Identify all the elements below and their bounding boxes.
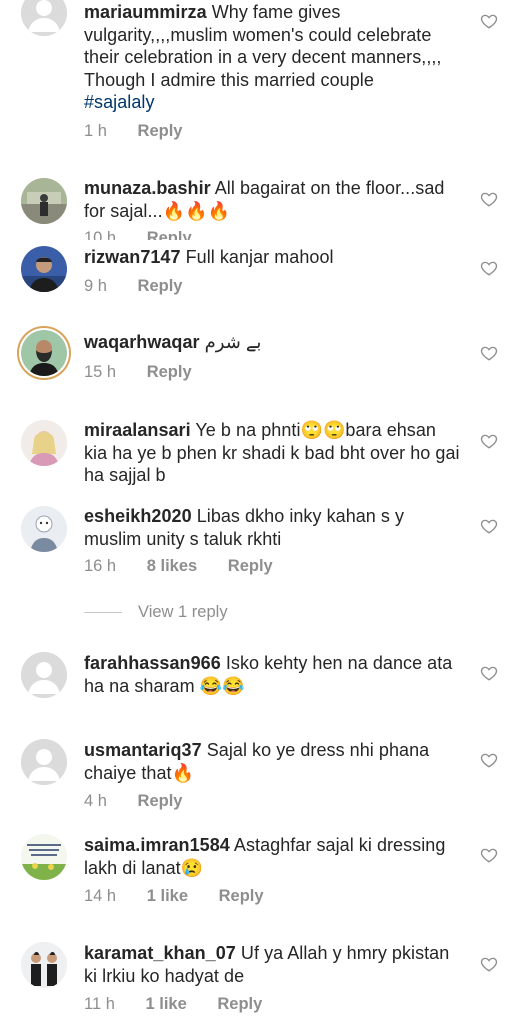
reply-button[interactable]: Reply [147, 229, 192, 240]
comment-body: بے شرم [204, 332, 262, 352]
comment-username[interactable]: munaza.bashir [84, 178, 211, 198]
avatar[interactable] [21, 178, 67, 224]
reply-button[interactable]: Reply [228, 557, 273, 575]
reply-button[interactable]: Reply [147, 363, 192, 381]
likes-count[interactable]: 1 like [147, 887, 188, 905]
comment-text: karamat_khan_07 Uf ya Allah y hmry pkist… [84, 942, 464, 987]
comment-body: Full kanjar mahool [185, 247, 334, 267]
comment-time: 10 h [84, 229, 117, 240]
comment-time: 15 h [84, 363, 117, 381]
comment-text: usmantariq37 Sajal ko ye dress nhi phana… [84, 739, 464, 784]
avatar[interactable] [17, 326, 71, 380]
comment-username[interactable]: karamat_khan_07 [84, 943, 236, 963]
comment-text: waqarhwaqar بے شرم [84, 331, 464, 354]
comment-meta: 4 h Reply [84, 792, 208, 811]
comment-meta: 11 h 1 like Reply [84, 995, 288, 1014]
default-avatar-icon[interactable] [21, 0, 67, 36]
view-replies-label: View 1 reply [138, 603, 228, 621]
comment-username[interactable]: miraalansari [84, 420, 191, 440]
comment-username[interactable]: esheikh2020 [84, 506, 192, 526]
comment-text: miraalansari Ye b na phnti🙄🙄bara ehsan k… [84, 419, 464, 487]
avatar[interactable] [21, 420, 67, 466]
reply-button[interactable]: Reply [138, 792, 183, 810]
comment-meta: 9 h Reply [84, 277, 208, 296]
default-avatar-icon[interactable] [21, 652, 67, 698]
comment-time: 16 h [84, 557, 117, 575]
likes-count[interactable]: 8 likes [147, 557, 197, 575]
comment-time: 1 h [84, 122, 107, 140]
comment-meta: 15 h Reply [84, 363, 218, 382]
heart-icon[interactable] [480, 344, 498, 362]
heart-icon[interactable] [480, 955, 498, 973]
heart-icon[interactable] [480, 517, 498, 535]
comment-time: 9 h [84, 277, 107, 295]
comment-hashtag[interactable]: #sajalaly [84, 92, 155, 112]
default-avatar-icon[interactable] [21, 739, 67, 785]
comment-text: munaza.bashir All bagairat on the floor.… [84, 177, 464, 237]
avatar[interactable] [21, 942, 67, 988]
comment-meta: 14 h 1 like Reply [84, 887, 290, 906]
heart-icon[interactable] [480, 664, 498, 682]
comment-username[interactable]: farahhassan966 [84, 653, 221, 673]
heart-icon[interactable] [480, 846, 498, 864]
heart-icon[interactable] [480, 12, 498, 30]
likes-count[interactable]: 1 like [145, 995, 186, 1013]
heart-icon[interactable] [480, 751, 498, 769]
comment-username[interactable]: waqarhwaqar [84, 332, 200, 352]
comment-time: 11 h [84, 995, 115, 1013]
reply-button[interactable]: Reply [138, 277, 183, 295]
comment-text: saima.imran1584 Astaghfar sajal ki dress… [84, 834, 464, 879]
comment-meta: 10 h Reply [84, 229, 218, 240]
comment-time: 14 h [84, 887, 117, 905]
comment-meta: 1 h Reply [84, 122, 208, 141]
avatar[interactable] [21, 506, 67, 552]
comment-time: 4 h [84, 792, 107, 810]
comment-text: rizwan7147 Full kanjar mahool [84, 246, 464, 269]
heart-icon[interactable] [480, 190, 498, 208]
reply-button[interactable]: Reply [217, 995, 262, 1013]
avatar[interactable] [21, 246, 67, 292]
avatar[interactable] [21, 834, 67, 880]
divider [84, 612, 122, 613]
comment-username[interactable]: usmantariq37 [84, 740, 202, 760]
heart-icon[interactable] [480, 432, 498, 450]
reply-button[interactable]: Reply [219, 887, 264, 905]
comment-text: farahhassan966 Isko kehty hen na dance a… [84, 652, 464, 697]
view-replies-button[interactable]: View 1 reply [84, 603, 228, 622]
reply-button[interactable]: Reply [138, 122, 183, 140]
comment-text: esheikh2020 Libas dkho inky kahan s y mu… [84, 505, 464, 550]
comment-username[interactable]: saima.imran1584 [84, 835, 230, 855]
heart-icon[interactable] [480, 259, 498, 277]
comment-username[interactable]: mariaummirza [84, 2, 207, 22]
comment-meta: 16 h 8 likes Reply [84, 557, 299, 576]
comment-text: mariaummirza Why fame gives vulgarity,,,… [84, 1, 464, 114]
comment-username[interactable]: rizwan7147 [84, 247, 181, 267]
